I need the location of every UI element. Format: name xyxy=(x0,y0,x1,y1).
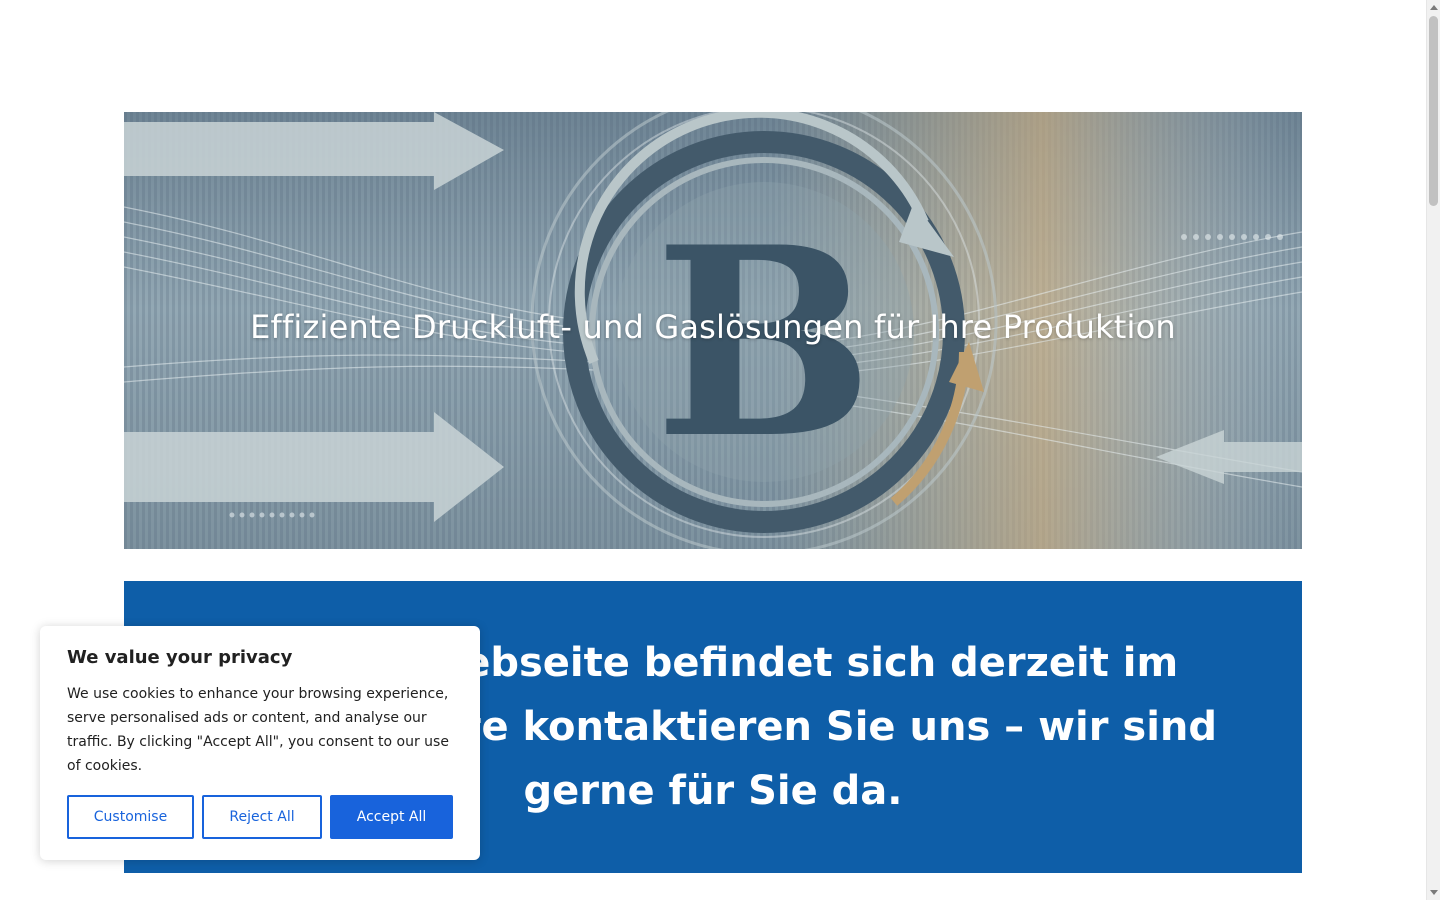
page: B Effiziente Druckluft- und Gaslösungen … xyxy=(0,0,1440,900)
cookie-consent-dialog: We value your privacy We use cookies to … xyxy=(40,626,480,860)
cookie-actions: Customise Reject All Accept All xyxy=(67,795,453,839)
scroll-down-arrow-icon[interactable] xyxy=(1430,890,1438,895)
cookie-title: We value your privacy xyxy=(67,647,293,668)
page-scrollbar[interactable] xyxy=(1426,0,1440,900)
hero-title: Effiziente Druckluft- und Gaslösungen fü… xyxy=(250,308,1176,346)
customise-button[interactable]: Customise xyxy=(67,795,194,839)
accept-all-button[interactable]: Accept All xyxy=(330,795,453,839)
hero-section: B Effiziente Druckluft- und Gaslösungen … xyxy=(124,112,1302,549)
cookie-description: We use cookies to enhance your browsing … xyxy=(67,686,449,774)
reject-all-button[interactable]: Reject All xyxy=(202,795,322,839)
scroll-thumb[interactable] xyxy=(1429,16,1438,206)
scroll-up-arrow-icon[interactable] xyxy=(1430,5,1438,10)
